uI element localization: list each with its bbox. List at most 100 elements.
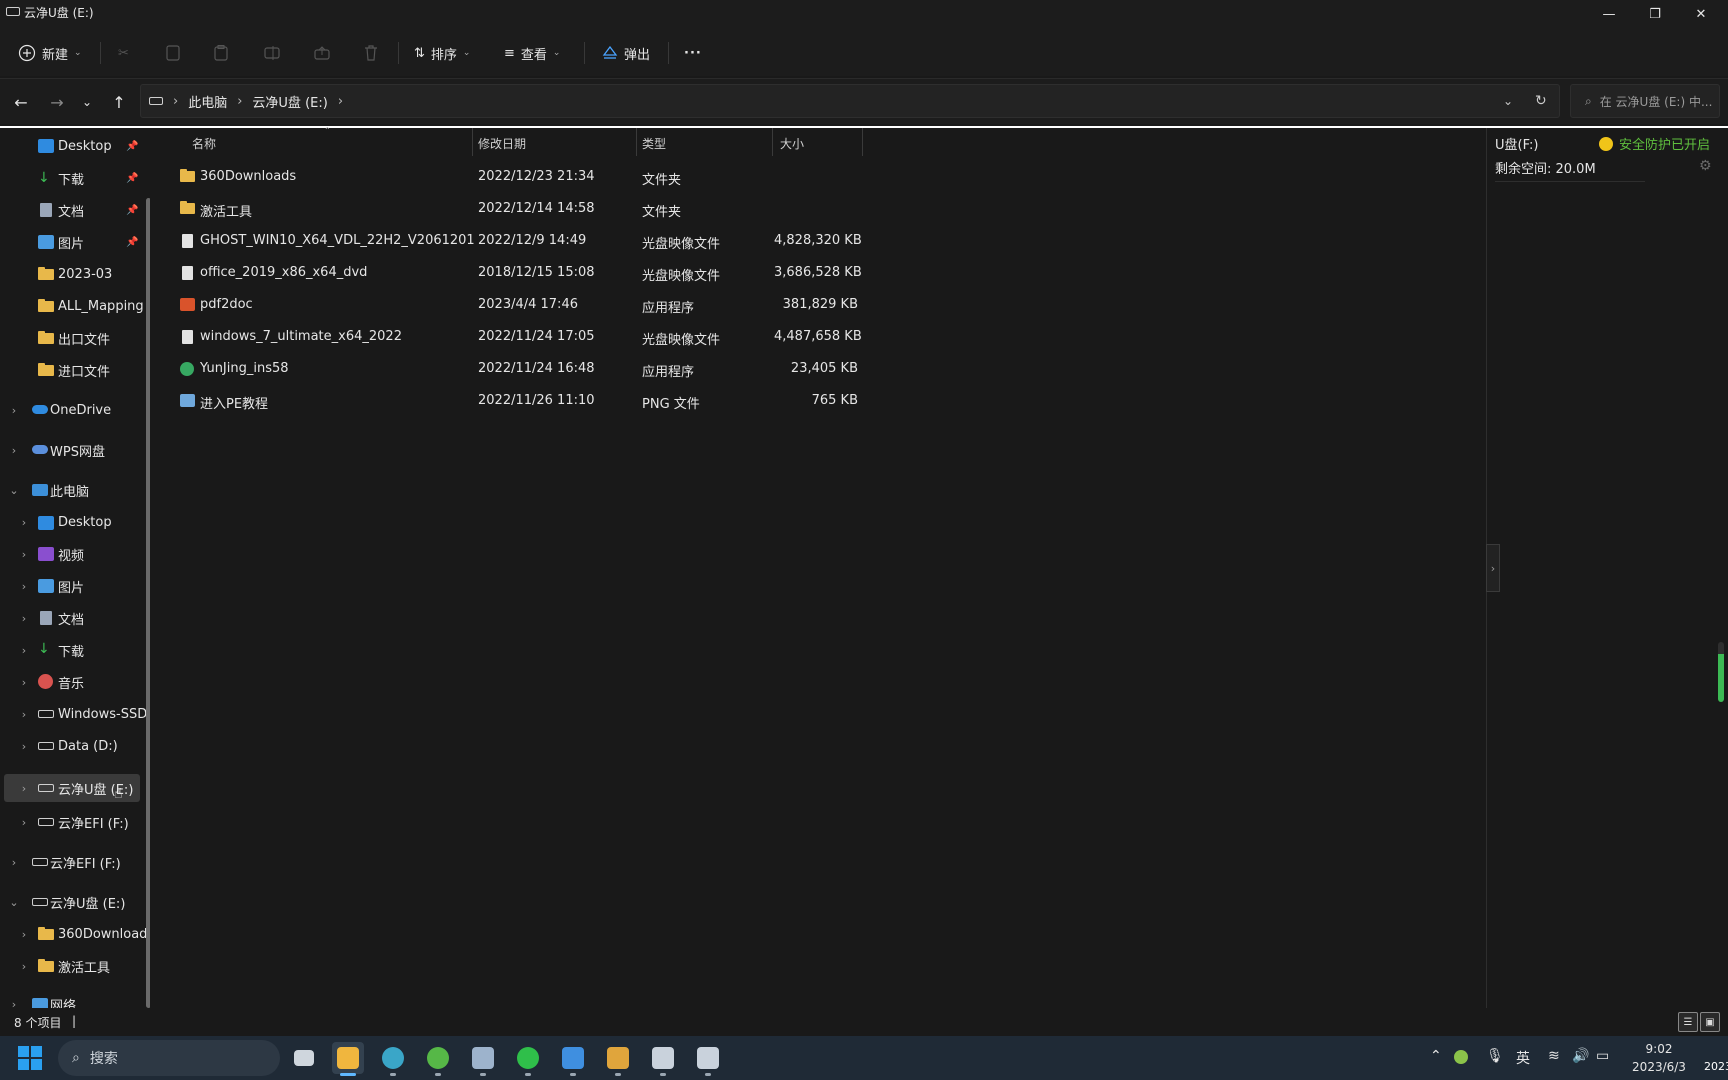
file-row[interactable]: windows_7_ultimate_x64_2022 2022/11/24 1… xyxy=(172,322,862,352)
tiles-view-icon[interactable]: ▣ xyxy=(1700,1012,1720,1032)
sidebar-item-360download[interactable]: › 360Download xyxy=(0,920,148,948)
file-row[interactable]: YunJing_ins58 2022/11/24 16:48 应用程序 23,4… xyxy=(172,354,862,384)
column-header-type[interactable]: 类型 xyxy=(642,128,666,158)
chevron-right-icon[interactable]: › xyxy=(8,444,20,457)
wifi-icon[interactable]: ≋ xyxy=(1548,1048,1560,1064)
sidebar-item-data-d[interactable]: › Data (D:) xyxy=(0,732,142,760)
column-header-date[interactable]: 修改日期 xyxy=(478,128,526,158)
chevron-right-icon[interactable]: › xyxy=(18,708,30,721)
back-arrow-icon[interactable]: ← xyxy=(8,89,34,115)
clock[interactable]: 9:02 2023/6/3 xyxy=(1624,1040,1694,1076)
chevron-right-icon[interactable]: › xyxy=(18,580,30,593)
column-header-name[interactable]: 名称 xyxy=(192,128,216,158)
microphone-icon[interactable]: 🎙 xyxy=(1486,1048,1504,1064)
sidebar-item-music[interactable]: › 音乐 xyxy=(0,668,142,696)
copy-button[interactable] xyxy=(166,38,180,68)
disk-tool-icon[interactable] xyxy=(647,1042,679,1076)
chevron-right-icon[interactable]: › xyxy=(18,740,30,753)
file-row[interactable]: 进入PE教程 2022/11/26 11:10 PNG 文件 765 KB xyxy=(172,386,862,416)
chevron-right-icon[interactable]: › xyxy=(18,612,30,625)
sidebar-item-usb-root[interactable]: ⌄ 云净U盘 (E:) xyxy=(0,888,142,916)
chevron-down-icon[interactable]: ⌄ xyxy=(8,896,20,909)
more-options-button[interactable]: ··· xyxy=(684,38,702,68)
address-bar[interactable]: › 此电脑 › 云净U盘 (E:) › ⌄ ↻ xyxy=(140,84,1560,118)
archive-app-icon[interactable] xyxy=(602,1042,634,1076)
new-button[interactable]: 新建 ⌄ xyxy=(18,38,82,68)
windows-start-icon[interactable] xyxy=(18,1046,42,1070)
sidebar-item-documents[interactable]: 文档 📌 xyxy=(0,196,142,224)
browser-app-icon[interactable] xyxy=(377,1042,409,1076)
chevron-right-icon[interactable]: › xyxy=(18,548,30,561)
column-divider[interactable] xyxy=(862,128,863,156)
sidebar-item-efi-f[interactable]: › 云净EFI (F:) xyxy=(0,808,142,836)
details-view-icon[interactable]: ☰ xyxy=(1678,1012,1698,1032)
taskbar-search[interactable]: ⌕ 搜索 xyxy=(58,1040,280,1076)
cut-button[interactable]: ✂ xyxy=(118,38,129,68)
sort-button[interactable]: ⇅ 排序 ⌄ xyxy=(414,38,470,68)
sidebar-item-pc-downloads[interactable]: › ↓ 下载 xyxy=(0,636,142,664)
chevron-right-icon[interactable]: › xyxy=(18,960,30,973)
rename-button[interactable] xyxy=(264,38,280,68)
sidebar-item-efi-root[interactable]: › 云净EFI (F:) xyxy=(0,848,142,876)
pin-icon[interactable]: 📌 xyxy=(126,205,138,216)
pin-icon[interactable]: 📌 xyxy=(126,173,138,184)
gear-icon[interactable]: ⚙ xyxy=(1699,158,1712,174)
sidebar-item-export-files[interactable]: 出口文件 xyxy=(0,324,142,352)
pin-icon[interactable]: 📌 xyxy=(126,141,138,152)
share-button[interactable] xyxy=(314,38,330,68)
sidebar-scrollbar[interactable] xyxy=(146,198,150,1008)
eject-button[interactable]: 弹出 xyxy=(602,38,650,68)
volume-icon[interactable]: 🔊 xyxy=(1572,1048,1589,1064)
pin-icon[interactable]: 📌 xyxy=(126,237,138,248)
column-divider[interactable] xyxy=(472,128,473,156)
360-browser-icon[interactable] xyxy=(422,1042,454,1076)
column-divider[interactable] xyxy=(772,128,773,156)
breadcrumb-this-pc[interactable]: 此电脑 xyxy=(188,92,227,111)
chevron-right-icon[interactable]: › xyxy=(18,816,30,829)
tray-chevron-up-icon[interactable]: ⌃ xyxy=(1430,1048,1442,1064)
sidebar-item-import-files[interactable]: 进口文件 xyxy=(0,356,142,384)
file-explorer-icon[interactable] xyxy=(332,1042,364,1076)
sidebar-item-onedrive[interactable]: › OneDrive xyxy=(0,396,142,424)
close-button[interactable]: ✕ xyxy=(1678,0,1724,28)
sidebar-item-downloads[interactable]: ↓ 下载 📌 xyxy=(0,164,142,192)
vertical-scrollbar[interactable] xyxy=(1718,642,1724,702)
sidebar-item-network[interactable]: › 网络 xyxy=(0,990,142,1008)
delete-button[interactable] xyxy=(364,38,378,68)
expand-pane-chevron-icon[interactable]: › xyxy=(1486,544,1500,592)
wechat-icon[interactable] xyxy=(512,1042,544,1076)
sidebar-item-desktop[interactable]: Desktop 📌 xyxy=(0,132,142,160)
sidebar-item-this-pc[interactable]: ⌄ 此电脑 xyxy=(0,476,142,504)
chevron-right-icon[interactable]: › xyxy=(18,644,30,657)
sidebar-item-all-mapping[interactable]: ALL_Mapping xyxy=(0,292,144,320)
paste-button[interactable] xyxy=(214,38,228,68)
sidebar-item-pictures[interactable]: 图片 📌 xyxy=(0,228,142,256)
up-arrow-icon[interactable]: ↑ xyxy=(106,89,132,115)
chevron-down-icon[interactable]: ⌄ xyxy=(8,484,20,497)
chevron-right-icon[interactable]: › xyxy=(8,404,20,417)
chevron-right-icon[interactable]: › xyxy=(8,856,20,869)
maximize-button[interactable]: ❐ xyxy=(1632,0,1678,28)
sidebar-item-pc-documents[interactable]: › 文档 xyxy=(0,604,142,632)
sidebar-item-pc-desktop[interactable]: › Desktop xyxy=(0,508,142,536)
sidebar-item-pc-pictures[interactable]: › 图片 xyxy=(0,572,142,600)
file-row[interactable]: 360Downloads 2022/12/23 21:34 文件夹 xyxy=(172,162,862,192)
forward-arrow-icon[interactable]: → xyxy=(44,89,70,115)
file-row[interactable]: pdf2doc 2023/4/4 17:46 应用程序 381,829 KB xyxy=(172,290,862,320)
chevron-right-icon[interactable]: › xyxy=(18,516,30,529)
refresh-icon[interactable]: ↻ xyxy=(1535,93,1547,109)
column-header-size[interactable]: 大小 xyxy=(780,128,804,158)
sidebar-item-wps[interactable]: › WPS网盘 xyxy=(0,436,142,464)
chevron-right-icon[interactable]: › xyxy=(18,782,30,795)
battery-icon[interactable]: ▭ xyxy=(1596,1048,1609,1064)
column-divider[interactable] xyxy=(636,128,637,156)
file-row[interactable]: office_2019_x86_x64_dvd 2018/12/15 15:08… xyxy=(172,258,862,288)
view-button[interactable]: ≡ 查看 ⌄ xyxy=(504,38,560,68)
chevron-right-icon[interactable]: › xyxy=(8,998,20,1009)
search-input[interactable]: ⌕ 在 云净U盘 (E:) 中... xyxy=(1570,84,1720,118)
sidebar-item-2023-03[interactable]: 2023-03 xyxy=(0,260,142,288)
printer-app-icon[interactable] xyxy=(467,1042,499,1076)
image-app-icon[interactable] xyxy=(557,1042,589,1076)
sidebar-item-windows-ssd[interactable]: › Windows-SSD xyxy=(0,700,147,728)
sidebar-item-activation-tools[interactable]: › 激活工具 xyxy=(0,952,142,980)
